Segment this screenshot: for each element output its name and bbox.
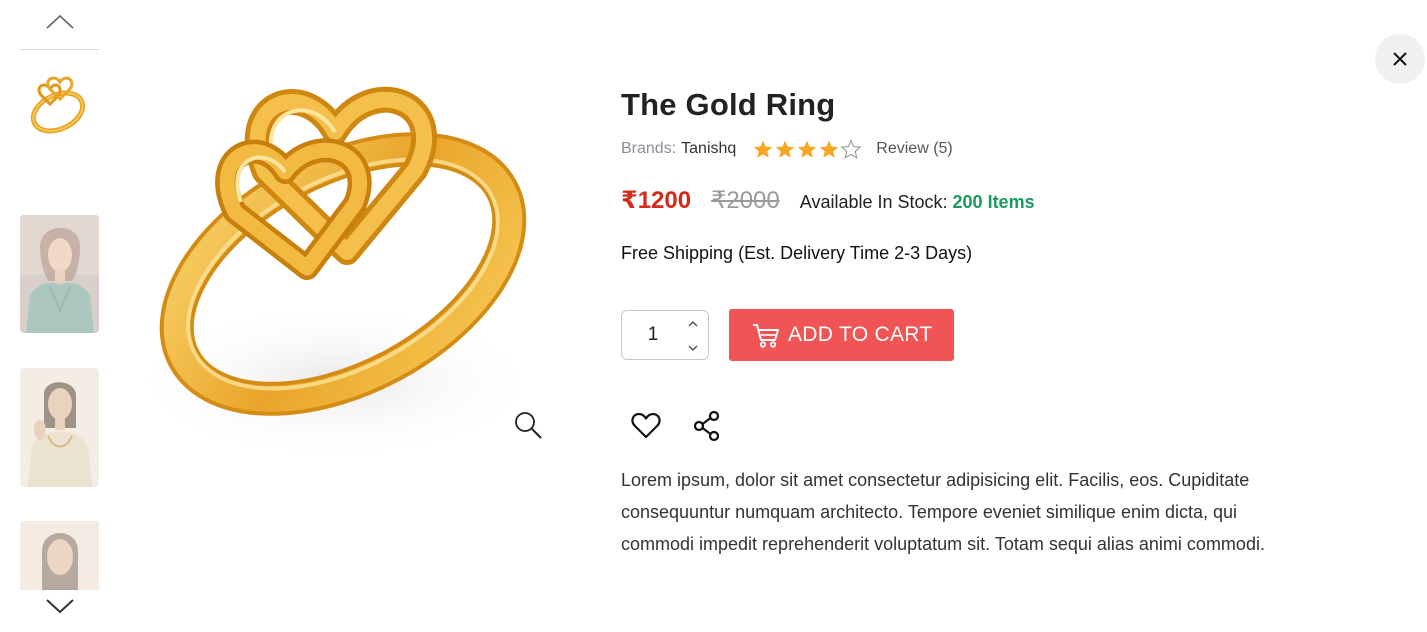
brand-label: Brands:: [621, 140, 677, 157]
gallery-scroll-down-button[interactable]: [20, 590, 99, 632]
thumbnail-ring[interactable]: [20, 62, 99, 148]
product-main-image: [125, 62, 555, 462]
close-button[interactable]: [1375, 34, 1425, 84]
chevron-up-icon: [688, 320, 698, 327]
wishlist-button[interactable]: [630, 410, 662, 442]
model-thumbnail-image: [20, 521, 99, 590]
review-link[interactable]: Review (5): [876, 140, 952, 158]
quantity-increment-button[interactable]: [686, 317, 700, 331]
product-title: The Gold Ring: [621, 87, 836, 122]
thumbnail-model-3[interactable]: [20, 521, 99, 590]
thumbnail-model-2[interactable]: [20, 368, 99, 487]
rating-stars: [752, 139, 862, 159]
thumbnail-model-1[interactable]: [20, 215, 99, 333]
quantity-decrement-button[interactable]: [686, 341, 700, 355]
add-to-cart-button[interactable]: ADD TO CART: [729, 309, 954, 361]
star-filled-icon: [798, 140, 817, 158]
current-price: ₹1200: [621, 187, 692, 214]
quantity-input[interactable]: 1: [622, 311, 684, 359]
magnifier-icon: [515, 412, 542, 439]
model-thumbnail-image: [20, 368, 99, 487]
price-row: ₹1200 ₹2000 Available In Stock: 200 Item…: [621, 186, 1035, 215]
star-empty-icon: [840, 139, 862, 159]
share-icon: [693, 410, 720, 442]
stock-value: 200 Items: [952, 192, 1035, 212]
chevron-up-icon: [45, 14, 74, 29]
brand-value[interactable]: Tanishq: [681, 140, 736, 158]
stock-label: Available In Stock:: [799, 192, 948, 212]
model-thumbnail-image: [20, 215, 99, 333]
star-filled-icon: [776, 140, 795, 158]
close-icon: [1393, 52, 1407, 66]
add-to-cart-label: ADD TO CART: [788, 323, 933, 346]
product-description: Lorem ipsum, dolor sit amet consectetur …: [621, 470, 1265, 554]
quantity-stepper[interactable]: 1: [621, 310, 709, 360]
gallery-scroll-up-button[interactable]: [20, 14, 99, 50]
star-filled-icon: [820, 140, 839, 158]
product-meta: Brands: Tanishq Review (5): [621, 139, 953, 159]
thumbnail-gallery: [20, 0, 99, 632]
star-filled-icon: [754, 140, 773, 158]
share-button[interactable]: [692, 410, 722, 442]
original-price: ₹2000: [711, 187, 780, 214]
chevron-down-icon: [688, 345, 698, 352]
heart-icon: [631, 412, 661, 439]
zoom-button[interactable]: [512, 409, 544, 441]
shipping-info: Free Shipping (Est. Delivery Time 2-3 Da…: [621, 243, 973, 263]
cart-icon: [753, 324, 779, 348]
ring-thumbnail-image: [20, 62, 99, 148]
chevron-down-icon: [45, 599, 74, 614]
